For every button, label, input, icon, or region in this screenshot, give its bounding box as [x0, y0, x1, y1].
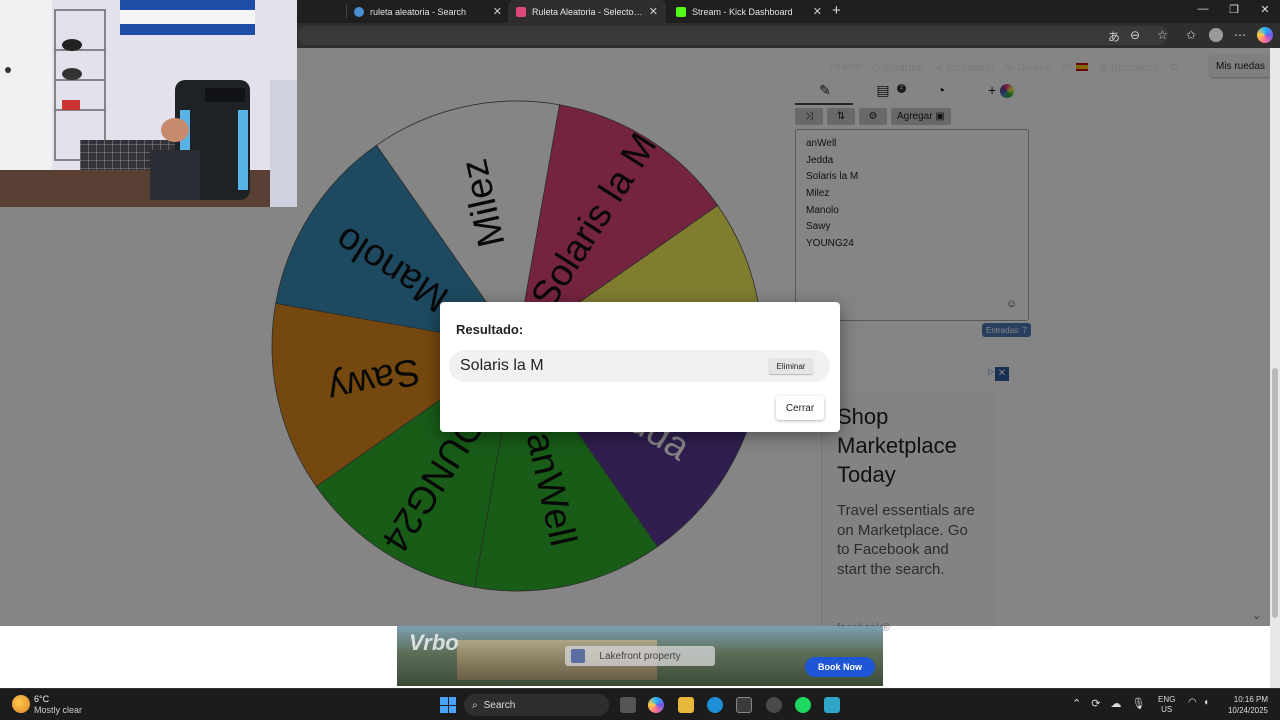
edge-icon[interactable]: [707, 697, 723, 713]
wifi-icon[interactable]: ◠: [1188, 697, 1197, 708]
spotify-icon[interactable]: [795, 697, 811, 713]
profile-avatar[interactable]: [1209, 28, 1223, 42]
weather-icon[interactable]: [12, 695, 30, 713]
file-explorer-icon[interactable]: [678, 697, 694, 713]
ad-caption: Lakefront property: [565, 646, 715, 666]
microphone-icon[interactable]: 🎙: [1131, 697, 1145, 710]
result-dialog: Resultado: Solaris la M Eliminar Cerrar: [440, 302, 840, 432]
close-tab-icon[interactable]: ✕: [493, 5, 502, 18]
tab-search[interactable]: ruleta aleatoria - Search ✕: [346, 0, 510, 23]
vrbo-banner-ad[interactable]: Vrbo Lakefront property Book Now: [397, 626, 883, 686]
cloud-icon[interactable]: ☁: [1110, 697, 1121, 710]
sync-icon[interactable]: ⟳: [1091, 697, 1100, 710]
weather-desc[interactable]: Mostly clear: [34, 705, 82, 715]
notepad-icon[interactable]: [824, 697, 840, 713]
new-tab-button[interactable]: +: [832, 2, 841, 19]
close-window-button[interactable]: ✕: [1255, 3, 1275, 16]
eliminar-button[interactable]: Eliminar: [769, 358, 813, 374]
taskbar-search[interactable]: ⌕ Search: [464, 694, 609, 716]
cerrar-button[interactable]: Cerrar: [776, 396, 824, 420]
kick-favicon-icon: [676, 6, 686, 17]
clock-date: 10/24/2025: [1227, 706, 1268, 715]
url-field[interactable]: [298, 26, 1168, 45]
close-tab-icon[interactable]: ✕: [649, 5, 658, 18]
maximize-button[interactable]: ❐: [1224, 3, 1244, 16]
system-tray: ⌃ ⟳ ☁ 🎙: [1072, 697, 1145, 710]
chevron-up-icon[interactable]: ⌃: [1072, 697, 1081, 710]
scrollbar-thumb[interactable]: [1272, 368, 1278, 618]
clock-time: 10:16 PM: [1233, 695, 1268, 704]
search-label: Search: [483, 699, 516, 711]
windows-taskbar: 6°C Mostly clear ⌕ Search ⌃ ⟳ ☁ 🎙 ENG US…: [0, 688, 1280, 720]
copilot-icon[interactable]: [1257, 27, 1273, 43]
lang-bottom: US: [1161, 705, 1173, 714]
copilot-taskbar-icon[interactable]: [648, 697, 664, 713]
translate-icon[interactable]: あ: [1108, 28, 1120, 45]
result-name: Solaris la M: [460, 357, 544, 374]
webcam-picture: [0, 0, 297, 207]
search-icon: [354, 6, 364, 17]
language-indicator[interactable]: ENG US: [1158, 695, 1175, 715]
caption-icon: [571, 649, 585, 663]
book-now-button[interactable]: Book Now: [805, 657, 875, 677]
tab-kick[interactable]: Stream - Kick Dashboard ✕: [668, 0, 830, 23]
favorite-star-icon[interactable]: ☆: [1157, 28, 1168, 42]
more-menu-icon[interactable]: ⋯: [1234, 28, 1246, 42]
result-box: Solaris la M Eliminar: [449, 350, 830, 382]
tab-label: ruleta aleatoria - Search: [370, 6, 467, 17]
lang-top: ENG: [1158, 695, 1176, 704]
search-icon: ⌕: [472, 699, 478, 711]
vrbo-logo: Vrbo: [409, 630, 459, 655]
tab-ruleta[interactable]: Ruleta Aleatoria - Selector Person ✕: [508, 0, 666, 23]
volume-icon[interactable]: ◖: [1203, 697, 1209, 708]
tab-label: Ruleta Aleatoria - Selector Person: [532, 6, 643, 17]
start-windows-icon[interactable]: [440, 697, 456, 713]
store-icon[interactable]: [736, 697, 752, 713]
ruleta-favicon-icon: [516, 6, 526, 17]
page-scrollbar[interactable]: [1270, 48, 1280, 688]
task-view-icon[interactable]: [620, 697, 636, 713]
chevron-down-icon[interactable]: ⌄: [1252, 609, 1261, 622]
clock[interactable]: 10:16 PM 10/24/2025: [1216, 694, 1268, 716]
tab-separator: [346, 5, 347, 18]
weather-temp[interactable]: 6°C: [34, 694, 49, 704]
tab-label: Stream - Kick Dashboard: [692, 6, 793, 17]
minimize-button[interactable]: —: [1193, 3, 1213, 15]
dialog-title: Resultado:: [456, 322, 524, 337]
close-tab-icon[interactable]: ✕: [813, 5, 822, 18]
app-icon[interactable]: [766, 697, 782, 713]
webcam-overlay: [0, 0, 297, 207]
favorites-icon[interactable]: ✩: [1186, 28, 1196, 42]
tracking-icon[interactable]: ⊖: [1130, 28, 1140, 42]
